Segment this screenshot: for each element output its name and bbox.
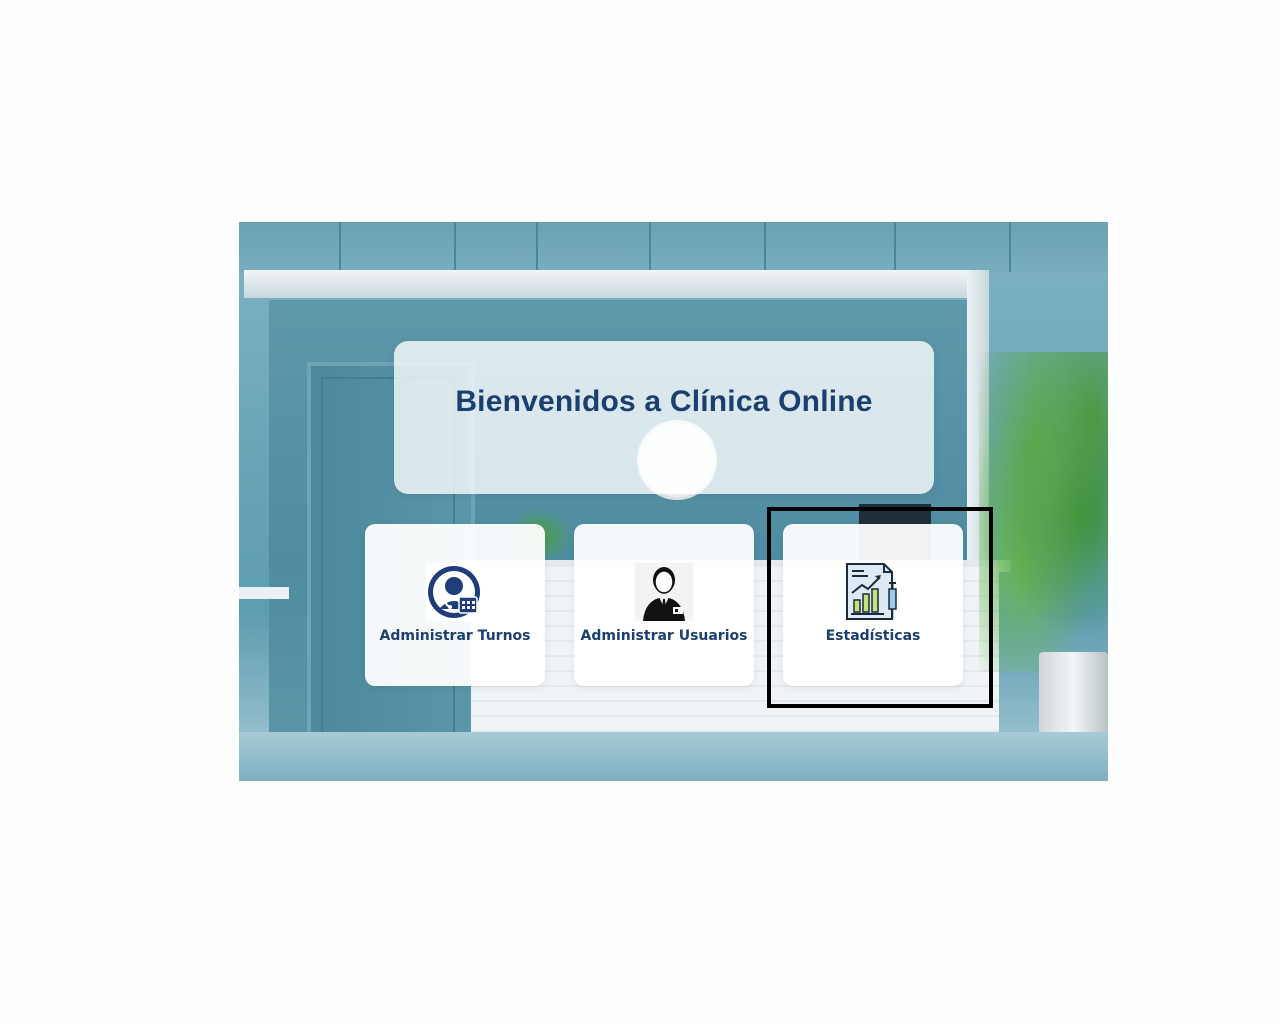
- floor: [239, 732, 1108, 781]
- ceiling-panel-line: [764, 222, 766, 272]
- ceiling: [239, 222, 1108, 272]
- administrar-turnos-label: Administrar Turnos: [379, 628, 531, 644]
- side-rail: [239, 587, 289, 599]
- ceiling-panel-line: [536, 222, 538, 272]
- welcome-card: Bienvenidos a Clínica Online: [394, 341, 934, 494]
- estadisticas-label: Estadísticas: [825, 628, 921, 644]
- reception-frame-top: [244, 270, 989, 298]
- administrar-turnos-card[interactable]: Administrar Turnos: [365, 524, 545, 686]
- page: Bienvenidos a Clínica Online Administrar…: [0, 0, 1280, 1024]
- clinic-background-image: [239, 222, 1108, 781]
- administrar-usuarios-label: Administrar Usuarios: [580, 628, 748, 644]
- estadisticas-card[interactable]: Estadísticas: [783, 524, 963, 686]
- ceiling-panel-line: [649, 222, 651, 272]
- administrar-usuarios-card[interactable]: Administrar Usuarios: [574, 524, 754, 686]
- ceiling-panel-line: [339, 222, 341, 272]
- plant-leaves: [979, 352, 1108, 672]
- ceiling-panel-line: [894, 222, 896, 272]
- ceiling-panel-line: [454, 222, 456, 272]
- user-badge-icon: [635, 563, 693, 621]
- ceiling-panel-line: [1009, 222, 1011, 272]
- stats-report-icon: [844, 563, 902, 621]
- page-title: Bienvenidos a Clínica Online: [455, 385, 873, 418]
- doctor-calendar-icon: [426, 563, 484, 621]
